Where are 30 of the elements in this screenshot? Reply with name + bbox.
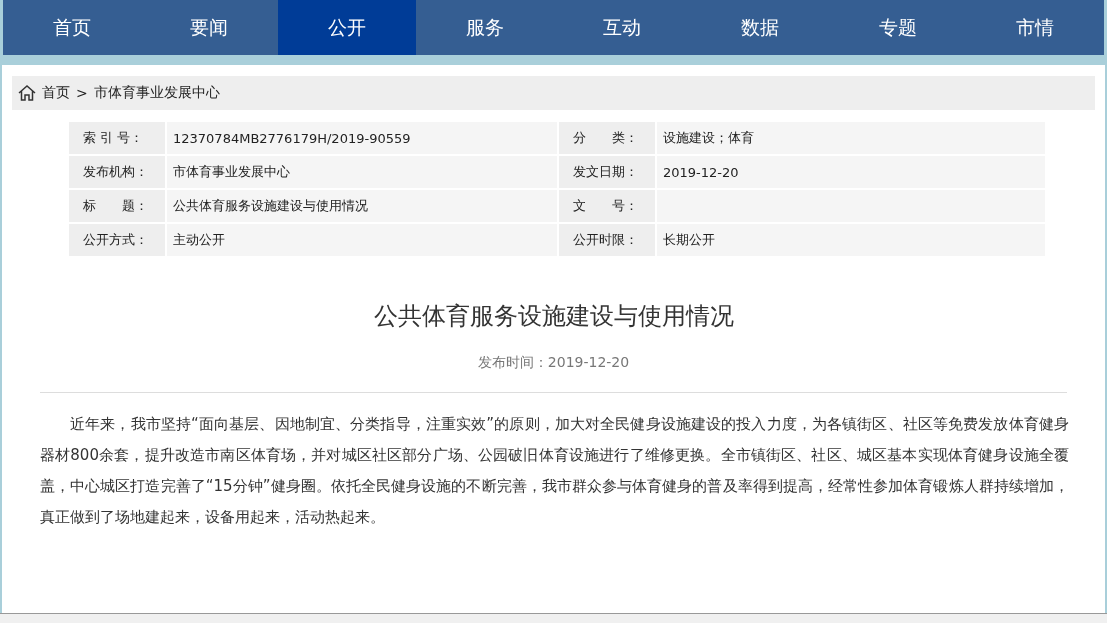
- value-cell: 长期公开: [657, 224, 1045, 256]
- label-cell: 公开时限：: [559, 224, 655, 256]
- label-cell: 标 题：: [69, 190, 165, 222]
- label-cell: 文 号：: [559, 190, 655, 222]
- article-paragraph: 近年来，我市坚持“面向基层、因地制宜、分类指导，注重实效”的原则，加大对全民健身设施建设的投入力度，为各镇街区、社区等免费发放体育健身器材800余套，提升改造市南区体育场，并对城区社区部分广场、公园破旧体育设施进行了维修更换。全市镇街区、社区、城区基本实现体育健身设施全覆盖，中心城区打造完善了“15分钟”健身圈。依托全民健身设施的不断完善，我市群众参与体育健身的普及率得到提高，经常性参加体育锻炼人群持续增加，真正做到了场地建起来，设备用起来，活动热起来。: [40, 414, 1069, 528]
- home-icon: [18, 85, 36, 101]
- breadcrumb-link[interactable]: 市体育事业发展中心: [93, 84, 220, 102]
- breadcrumb-separator: >: [76, 85, 88, 101]
- label-cell: 发文日期：: [559, 156, 655, 188]
- value-cell: 2019-12-20: [657, 156, 1045, 188]
- label-cell: 索 引 号：: [69, 122, 165, 154]
- value-cell: 市体育事业发展中心: [167, 156, 557, 188]
- value-cell: 主动公开: [167, 224, 557, 256]
- nav-tab[interactable]: 市情: [966, 0, 1104, 55]
- publish-date: 发布时间：2019-12-20: [476, 354, 631, 372]
- nav-tab[interactable]: 服务: [415, 0, 554, 55]
- nav-tab[interactable]: 专题: [828, 0, 967, 55]
- nav-tab[interactable]: 首页: [3, 0, 141, 55]
- breadcrumb-link[interactable]: 首页: [42, 84, 70, 102]
- value-cell: 设施建设；体育: [657, 122, 1045, 154]
- nav-tab[interactable]: 公开: [278, 0, 416, 55]
- label-cell: 分 类：: [559, 122, 655, 154]
- label-cell: 发布机构：: [69, 156, 165, 188]
- nav-tab[interactable]: 数据: [691, 0, 829, 55]
- value-cell: 公共体育服务设施建设与使用情况: [167, 190, 557, 222]
- article-title: 公共体育服务设施建设与使用情况: [372, 301, 735, 332]
- value-cell: 12370784MB2776179H/2019-90559: [167, 122, 557, 154]
- nav-tab[interactable]: 互动: [553, 0, 692, 55]
- label-cell: 公开方式：: [69, 224, 165, 256]
- nav-tab[interactable]: 要闻: [140, 0, 279, 55]
